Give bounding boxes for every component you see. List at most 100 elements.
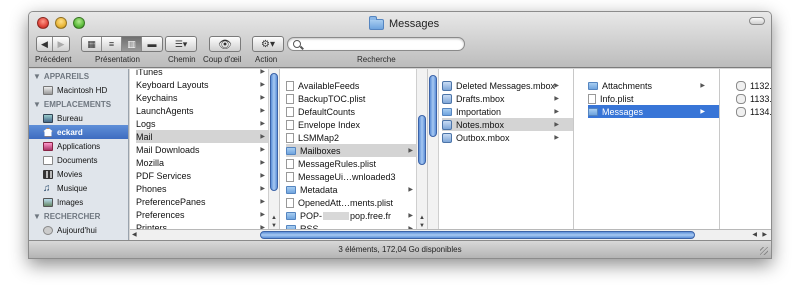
scroll-up-icon[interactable]: ▲ [417, 215, 427, 221]
disclosure-triangle-icon[interactable]: ▼ [33, 212, 41, 221]
list-item[interactable]: DefaultCounts [286, 105, 427, 118]
path-popup-button[interactable]: ☰▾ [165, 36, 197, 52]
sidebar-item-macintosh-hd[interactable]: Macintosh HD [29, 83, 128, 97]
list-item[interactable]: 1132.emlx [736, 79, 771, 92]
column-3-scrollbar[interactable] [428, 69, 439, 229]
column-3-scroll-thumb[interactable] [429, 75, 437, 137]
list-item[interactable]: BackupTOC.plist [286, 92, 427, 105]
list-item[interactable]: 1134.emlx [736, 105, 771, 118]
sidebar-item-images[interactable]: Images [29, 195, 128, 209]
list-item[interactable]: POP-pop.free.fr ▶ [286, 209, 427, 222]
toolbar-toggle-button[interactable] [749, 17, 765, 25]
column-1: iTunes ▶ Keyboard Layouts ▶ Keychains ▶ Launch… [130, 69, 280, 229]
list-item[interactable]: Importation ▶ [442, 105, 573, 118]
list-view-button[interactable]: ≡ [102, 37, 122, 51]
column-view-icon: ▥ [127, 38, 136, 49]
list-item[interactable]: RSS ▶ [286, 222, 427, 229]
list-item[interactable]: Keychains ▶ [136, 91, 279, 104]
list-item[interactable]: Info.plist [588, 92, 719, 105]
file-icon [286, 158, 294, 169]
forward-button[interactable]: ▶ [53, 37, 69, 51]
list-item[interactable]: Mozilla ▶ [136, 156, 279, 169]
list-item[interactable]: OpenedAtt…ments.plist [286, 196, 427, 209]
list-item[interactable]: LaunchAgents ▶ [136, 104, 279, 117]
list-item[interactable]: MessageRules.plist [286, 157, 427, 170]
close-window-button[interactable] [37, 17, 49, 29]
action-menu[interactable]: ⚙▾ [253, 37, 283, 51]
list-item[interactable]: Outbox.mbox ▶ [442, 131, 573, 144]
zoom-window-button[interactable] [73, 17, 85, 29]
horizontal-scrollbar[interactable]: ◀ ◀ ▶ [130, 229, 771, 240]
disclosure-arrow-icon: ▶ [260, 108, 265, 114]
list-item[interactable]: iTunes ▶ [136, 69, 279, 78]
column-1-scrollbar[interactable]: ▲ ▼ [268, 69, 279, 229]
list-item[interactable]: PDF Services ▶ [136, 169, 279, 182]
list-item[interactable]: AvailableFeeds [286, 79, 427, 92]
quicklook-control[interactable]: 👁 [210, 37, 240, 51]
list-item[interactable]: PreferencePanes ▶ [136, 195, 279, 208]
file-icon [286, 106, 294, 117]
column-4: Attachments ▶ Info.plist Messages ▶ [574, 69, 720, 229]
list-item[interactable]: LSMMap2 [286, 131, 427, 144]
sidebar-item-movies[interactable]: Movies [29, 167, 128, 181]
list-item[interactable]: Messages ▶ [588, 105, 719, 118]
scroll-up-icon[interactable]: ▲ [269, 215, 279, 221]
disclosure-triangle-icon[interactable]: ▼ [33, 100, 41, 109]
sidebar-item-applications[interactable]: Applications [29, 139, 128, 153]
path-label: Chemin [168, 55, 196, 64]
back-button[interactable]: ◀ [37, 37, 53, 51]
horizontal-scroll-thumb[interactable] [260, 231, 695, 239]
scroll-left-icon[interactable]: ◀ [752, 231, 757, 238]
path-icon: ☰▾ [174, 38, 188, 49]
sidebar-item-eckard[interactable]: eckard [29, 125, 128, 139]
coverflow-view-button[interactable]: ▬ [142, 37, 162, 51]
resize-grip-icon[interactable] [760, 247, 768, 255]
list-item[interactable]: MessageUi…wnloaded3 [286, 170, 427, 183]
list-item[interactable]: Notes.mbox ▶ [442, 118, 573, 131]
list-item[interactable]: Logs ▶ [136, 117, 279, 130]
toolbar: Messages ◀ ▶ Précédent ▦ ≡ ▥ ▬ Présentat… [29, 12, 771, 68]
disclosure-triangle-icon[interactable]: ▼ [33, 72, 41, 81]
list-item[interactable]: Phones ▶ [136, 182, 279, 195]
sidebar-header-places[interactable]: ▼ EMPLACEMENTS [29, 98, 128, 111]
sidebar-header-search[interactable]: ▼ RECHERCHER [29, 210, 128, 223]
list-item[interactable]: Attachments ▶ [588, 79, 719, 92]
list-item[interactable]: Envelope Index [286, 118, 427, 131]
minimize-window-button[interactable] [55, 17, 67, 29]
disclosure-arrow-icon: ▶ [554, 109, 559, 115]
list-item[interactable]: Metadata ▶ [286, 183, 427, 196]
sidebar-item-musique[interactable]: ♫ Musique [29, 181, 128, 195]
list-item[interactable]: Preferences ▶ [136, 208, 279, 221]
path-menu[interactable]: ☰▾ [166, 37, 196, 51]
list-item[interactable]: Drafts.mbox ▶ [442, 92, 573, 105]
column-2-scrollbar[interactable]: ▲ ▼ [416, 69, 427, 229]
pictures-icon [43, 197, 53, 207]
list-item[interactable]: Mail Downloads ▶ [136, 143, 279, 156]
sidebar-item-bureau[interactable]: Bureau [29, 111, 128, 125]
scroll-left-edge-icon[interactable]: ◀ [132, 231, 137, 238]
list-item[interactable]: 1133.emlx [736, 92, 771, 105]
list-item[interactable]: Mail ▶ [136, 130, 279, 143]
column-1-scroll-thumb[interactable] [270, 73, 278, 191]
list-item[interactable]: Mailboxes ▶ [286, 144, 427, 157]
list-item-label: Preferences [136, 209, 185, 220]
disclosure-arrow-icon: ▶ [260, 95, 265, 101]
search-field[interactable] [287, 37, 465, 51]
disclosure-arrow-icon: ▶ [700, 109, 705, 115]
list-item[interactable]: Printers ▶ [136, 221, 279, 230]
list-item[interactable]: Keyboard Layouts ▶ [136, 78, 279, 91]
sidebar-item-aujourdhui[interactable]: Aujourd'hui [29, 223, 128, 237]
scroll-right-icon[interactable]: ▶ [762, 231, 767, 238]
sidebar-item-documents[interactable]: Documents [29, 153, 128, 167]
sidebar-header-devices[interactable]: ▼ APPAREILS [29, 70, 128, 83]
quicklook-button[interactable]: 👁 [209, 36, 241, 52]
window-title-text: Messages [389, 18, 440, 30]
icon-view-button[interactable]: ▦ [82, 37, 102, 51]
column-view-button[interactable]: ▥ [122, 37, 142, 51]
list-item[interactable]: Deleted Messages.mbox ▶ [442, 79, 573, 92]
disclosure-arrow-icon: ▶ [408, 187, 413, 193]
column-2-scroll-thumb[interactable] [418, 115, 426, 165]
list-item-label: Mail [136, 131, 153, 142]
action-button[interactable]: ⚙▾ [252, 36, 284, 52]
list-item-label: MessageRules.plist [298, 158, 377, 169]
